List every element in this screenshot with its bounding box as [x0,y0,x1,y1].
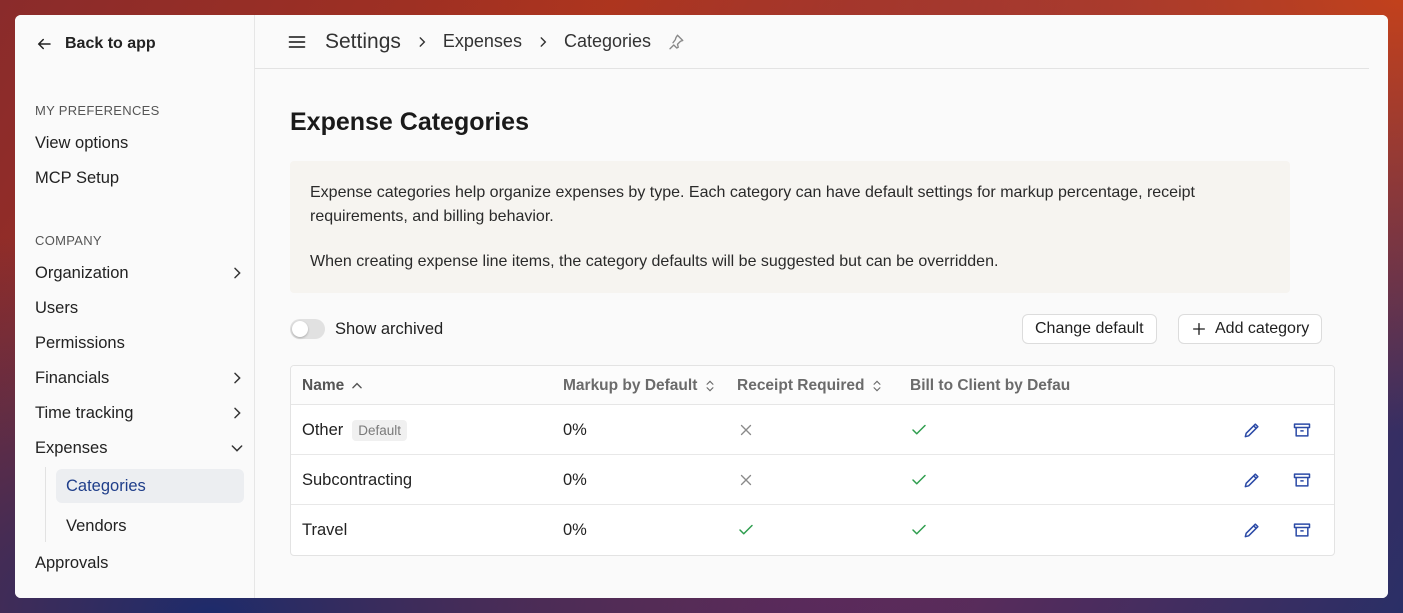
sidebar-item-label: Organization [35,263,129,282]
table-row[interactable]: Travel 0% [291,505,1334,555]
x-icon [740,424,752,436]
column-header-label: Bill to Client by Defau [910,376,1071,394]
markup-cell: 0% [563,420,587,439]
chevron-right-icon [234,407,241,419]
bill-cell [910,405,928,455]
sidebar-item-label: Time tracking [35,403,134,422]
show-archived-row: Show archived [290,319,443,339]
add-category-label: Add category [1215,320,1310,337]
sort-asc-icon [352,382,363,388]
sidebar-item-label: Permissions [35,333,125,352]
sidebar-item-mcp-setup[interactable]: MCP Setup [35,163,245,193]
show-archived-toggle[interactable] [290,319,325,339]
pencil-icon[interactable] [1242,470,1262,490]
sidebar-item-view-options[interactable]: View options [35,128,245,158]
column-header-label: Name [302,376,345,394]
check-icon [739,524,753,535]
show-archived-label: Show archived [335,319,444,338]
sidebar-subitem-vendors[interactable]: Vendors [56,509,244,543]
column-header-label: Receipt Required [737,376,865,394]
sidebar-item-financials[interactable]: Financials [35,363,245,393]
name-cell: Subcontracting [302,455,412,505]
receipt-cell [737,505,755,555]
check-icon [912,474,926,485]
default-badge: Default [352,419,408,441]
table-row[interactable]: Subcontracting 0% [291,455,1334,505]
info-box: Expense categories help organize expense… [290,161,1290,293]
name-cell: Travel [302,505,347,555]
chevron-right-icon [419,36,426,47]
plus-icon [1193,323,1205,335]
sort-icon [706,380,714,391]
category-name: Travel [302,520,348,539]
sort-icon [873,380,881,391]
archive-icon[interactable] [1292,420,1312,440]
sidebar-item-organization[interactable]: Organization [35,258,245,288]
breadcrumb-categories: Categories [563,31,651,51]
change-default-button[interactable]: Change default [1022,314,1157,344]
sidebar-item-time-tracking[interactable]: Time tracking [35,398,245,428]
add-category-button[interactable]: Add category [1178,314,1323,344]
change-default-label: Change default [1035,320,1144,337]
sidebar-subitem-label: Categories [66,476,146,495]
sidebar-item-expenses[interactable]: Expenses [35,433,245,463]
pin-icon[interactable] [667,33,685,51]
menu-icon[interactable] [287,32,307,52]
chevron-right-icon [540,36,547,47]
column-header-markup[interactable]: Markup by Default [563,366,717,405]
app-window: Back to app MY PREFERENCES View options … [15,15,1388,598]
pencil-icon[interactable] [1242,520,1262,540]
column-header-name[interactable]: Name [302,366,364,405]
chevron-right-icon [234,372,241,384]
sidebar-subitem-categories[interactable]: Categories [56,469,244,503]
category-name: Other [302,420,344,439]
pencil-icon[interactable] [1242,420,1262,440]
back-to-app-link[interactable]: Back to app [35,35,156,53]
chevron-down-icon [231,445,243,452]
archive-icon[interactable] [1292,520,1312,540]
back-to-app-label: Back to app [65,35,156,52]
sidebar-item-label: Financials [35,368,110,387]
sidebar-item-label: MCP Setup [35,168,120,187]
check-icon [912,424,926,435]
receipt-cell [737,405,755,455]
bill-cell [910,455,928,505]
arrow-left-icon [37,38,51,50]
sidebar-item-permissions[interactable]: Permissions [35,328,245,358]
submenu-guide-line [45,467,46,542]
archive-icon[interactable] [1292,470,1312,490]
chevron-right-icon [234,267,241,279]
receipt-cell [737,455,755,505]
info-paragraph: When creating expense line items, the ca… [310,253,999,270]
top-bar: Settings Expenses Categories [255,15,1369,69]
breadcrumb-settings[interactable]: Settings [325,30,401,54]
column-header-label: Markup by Default [563,376,698,394]
main-content: Settings Expenses Categories Expense Cat… [255,15,1388,598]
check-icon [912,524,926,535]
section-title-company: COMPANY [35,233,102,248]
column-header-bill[interactable]: Bill to Client by Defau [910,366,1070,405]
bill-cell [910,505,928,555]
breadcrumb-expenses[interactable]: Expenses [443,31,522,52]
sidebar-item-label: Approvals [35,553,109,572]
sidebar-item-users[interactable]: Users [35,293,245,323]
categories-table: Name Markup by Default Receipt Required … [290,365,1335,556]
markup-cell: 0% [563,470,587,489]
sidebar-item-label: Users [35,298,79,317]
table-row[interactable]: Other Default 0% [291,405,1334,455]
sidebar-subitem-label: Vendors [66,516,127,535]
sidebar-item-label: Expenses [35,438,108,457]
section-title-preferences: MY PREFERENCES [35,103,160,118]
x-icon [740,474,752,486]
info-paragraph: Expense categories help organize expense… [310,184,1195,225]
sidebar-item-approvals[interactable]: Approvals [35,548,245,578]
table-header: Name Markup by Default Receipt Required … [291,366,1334,405]
category-name: Subcontracting [302,470,413,489]
sidebar-item-label: View options [35,133,129,152]
markup-cell: 0% [563,520,587,539]
page-title: Expense Categories [290,108,529,136]
name-cell: Other Default [302,405,408,455]
column-header-receipt[interactable]: Receipt Required [737,366,884,405]
settings-sidebar: Back to app MY PREFERENCES View options … [15,15,255,598]
